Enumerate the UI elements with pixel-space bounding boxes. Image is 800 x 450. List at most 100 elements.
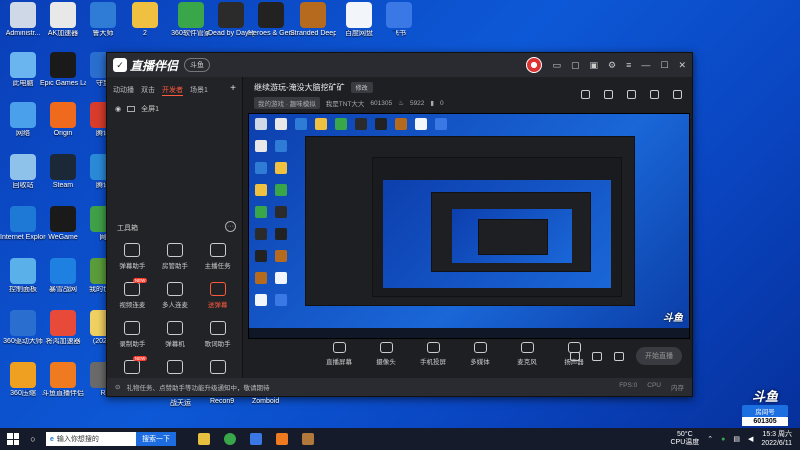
- clock[interactable]: 15:3 周六 2022/6/11: [761, 430, 792, 448]
- tool-label: 录制助手: [119, 341, 146, 348]
- stream-preview[interactable]: 斗鱼: [248, 113, 690, 339]
- settings-icon[interactable]: ⚙: [608, 60, 616, 71]
- app-icon: [10, 2, 36, 28]
- ie-icon: e: [50, 435, 54, 443]
- tool-item[interactable]: 弹幕机: [154, 321, 197, 348]
- source-control[interactable]: 手机投屏: [418, 342, 448, 366]
- douyu-badge-logo: 斗鱼: [751, 389, 778, 404]
- app-icon: [50, 154, 76, 180]
- gift-icon[interactable]: ▣: [590, 60, 599, 71]
- tool-item[interactable]: 录制助手: [111, 321, 154, 348]
- status-bar: ⊙ 礼物任务、点赞助手等功能升级通知中，敬请期待 FPS:0 CPU 内存: [107, 378, 692, 396]
- menu-icon[interactable]: ≡: [626, 60, 631, 70]
- tool-item[interactable]: 送弹幕: [196, 282, 239, 309]
- desktop-icon-label[interactable]: Recon9: [210, 398, 234, 405]
- lock-icon[interactable]: [604, 90, 613, 99]
- nested-desktop-2: [383, 180, 611, 288]
- app-icon: [50, 258, 76, 284]
- windows-logo-icon: [7, 433, 19, 445]
- scene-tab[interactable]: 场景1: [190, 85, 208, 96]
- tool-label: 房管助手: [161, 263, 188, 270]
- preview-desktop-icon: [275, 250, 287, 262]
- network-icon[interactable]: ▤: [733, 435, 740, 443]
- tool-item[interactable]: 主播任务: [196, 243, 239, 270]
- platform-pill[interactable]: 斗鱼: [184, 58, 211, 72]
- tool-item[interactable]: NEW 视频连麦: [111, 278, 154, 309]
- source-control[interactable]: 多媒体: [465, 342, 495, 366]
- eye-icon[interactable]: ◉: [115, 105, 121, 113]
- desktop-icon[interactable]: 鲁大师: [80, 2, 126, 38]
- share-icon[interactable]: [673, 90, 682, 99]
- desktop-icon[interactable]: 2: [122, 2, 168, 38]
- search-button[interactable]: 搜索一下: [136, 432, 176, 446]
- taskbar-search-input[interactable]: e 输入你想搜的: [46, 432, 136, 446]
- 360-browser-icon[interactable]: [224, 433, 236, 445]
- desktop-icon-label: 2: [143, 30, 147, 37]
- feishu-icon[interactable]: [250, 433, 262, 445]
- gear-icon[interactable]: [614, 351, 624, 361]
- window-icon[interactable]: [627, 90, 636, 99]
- preview-desktop-icon: [255, 206, 267, 218]
- source-control-icon: [332, 342, 346, 353]
- scene-tab[interactable]: 动动播: [113, 85, 134, 96]
- bell-icon[interactable]: [650, 90, 659, 99]
- up-chevron-icon[interactable]: ⌃: [707, 435, 713, 443]
- desktop-icon[interactable]: 飞书: [376, 2, 422, 38]
- user-avatar[interactable]: [526, 57, 543, 73]
- tools-grid: 弹幕助手 房管助手 主播任务 NEW 视频连麦 多人连麦 送弹幕录制助手 弹幕机 歌词助手 NEW: [111, 243, 239, 377]
- nested-preview-4: [478, 219, 548, 255]
- desktop-icon-label: Stranded Deep: [290, 30, 336, 37]
- add-scene-button[interactable]: +: [230, 84, 236, 96]
- tool-item[interactable]: 多人连麦: [154, 282, 197, 309]
- desktop-icon-label[interactable]: Zomboid: [252, 398, 279, 405]
- header-icons: [581, 90, 682, 99]
- tool-icon: [209, 321, 226, 335]
- minimize-icon[interactable]: —: [641, 60, 650, 70]
- file-explorer-icon[interactable]: [198, 433, 210, 445]
- layout-icon[interactable]: [581, 90, 590, 99]
- tool-icon: [166, 243, 183, 257]
- source-control[interactable]: 麦克风: [512, 342, 542, 366]
- mini-taskbar: [249, 328, 689, 338]
- status-stats: FPS:0 CPU 内存: [619, 382, 684, 392]
- source-control[interactable]: 直播屏幕: [324, 342, 354, 366]
- maximize-icon[interactable]: ☐: [660, 60, 668, 71]
- tool-label: 弹幕机: [165, 341, 185, 348]
- message-icon[interactable]: ▭: [552, 60, 561, 71]
- tool-icon: [166, 282, 183, 296]
- tool-item[interactable]: 歌词助手: [196, 321, 239, 348]
- tool-item[interactable]: [196, 360, 239, 377]
- screen-icon[interactable]: ▢: [571, 60, 580, 71]
- tool-item[interactable]: [154, 360, 197, 377]
- tool-item[interactable]: 房管助手: [154, 243, 197, 270]
- tool-item[interactable]: NEW: [111, 356, 154, 377]
- volume-icon[interactable]: ◀: [748, 435, 753, 443]
- start-stream-button[interactable]: 开始直播: [636, 347, 682, 365]
- scene-item[interactable]: ◉ 全屏1: [107, 100, 242, 118]
- app-icon: [50, 362, 76, 388]
- taskbar-apps: [198, 433, 314, 445]
- source-control-icon: [379, 342, 393, 353]
- scene-tab[interactable]: 开发者: [162, 85, 183, 96]
- preview-desktop-icon: [255, 228, 267, 240]
- douyu-companion-taskbar-icon[interactable]: [276, 433, 288, 445]
- wechat-icon[interactable]: ●: [721, 436, 725, 443]
- edit-title-button[interactable]: 修改: [350, 82, 373, 93]
- source-control[interactable]: 摄像头: [371, 342, 401, 366]
- camera-icon[interactable]: [570, 351, 580, 361]
- close-icon[interactable]: ✕: [678, 60, 686, 71]
- desktop-icon[interactable]: Heroes & Generals: [248, 2, 294, 38]
- game-taskbar-icon[interactable]: [302, 433, 314, 445]
- app-icon: [10, 310, 36, 336]
- eye-toggle-icon[interactable]: [592, 351, 602, 361]
- scene-tab[interactable]: 双击: [141, 85, 155, 96]
- search-icon[interactable]: ○: [26, 434, 40, 444]
- desktop-icon-label[interactable]: 战天运: [170, 398, 191, 408]
- start-button[interactable]: [0, 428, 26, 450]
- tool-item[interactable]: 弹幕助手: [111, 243, 154, 270]
- category-chip[interactable]: 我的游戏 · 趣味模拟: [254, 97, 320, 109]
- room-id: 601305: [370, 99, 393, 107]
- tools-more-icon[interactable]: ···: [225, 221, 236, 232]
- desktop-icon[interactable]: Stranded Deep: [290, 2, 336, 38]
- titlebar-controls: ▭ ▢ ▣ ⚙ ≡ — ☐ ✕: [526, 57, 686, 73]
